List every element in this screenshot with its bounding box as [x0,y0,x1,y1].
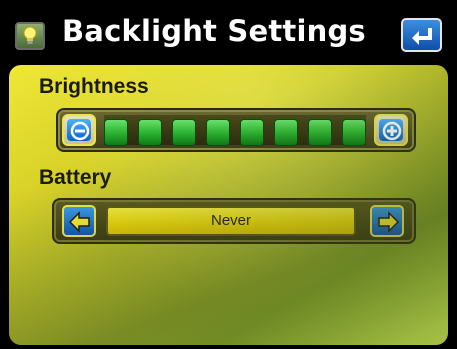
settings-panel: Brightness Battery Never [9,65,448,345]
brightness-segment[interactable] [172,119,196,146]
brightness-segment[interactable] [308,119,332,146]
battery-selector: Never [52,198,416,244]
battery-next-button[interactable] [370,205,404,237]
brightness-segment[interactable] [240,119,264,146]
return-arrow-icon [412,28,432,45]
minus-icon [70,121,90,141]
brightness-segment[interactable] [138,119,162,146]
increase-brightness-button[interactable] [374,114,408,146]
brightness-segment[interactable] [274,119,298,146]
left-arrow-icon [68,211,90,233]
header: Backlight Settings [0,0,457,60]
page-title: Backlight Settings [62,14,366,48]
battery-timeout-value[interactable]: Never [106,206,356,236]
right-arrow-icon [378,211,400,233]
lightbulb-icon [15,22,45,50]
brightness-segment[interactable] [342,119,366,146]
brightness-segment[interactable] [206,119,230,146]
screen: Backlight Settings Brightness Battery Ne… [0,0,457,349]
back-button[interactable] [401,18,442,52]
battery-prev-button[interactable] [62,205,96,237]
brightness-label: Brightness [39,75,149,98]
brightness-control [56,108,416,152]
decrease-brightness-button[interactable] [62,114,96,146]
brightness-level-track[interactable] [104,115,366,146]
plus-icon [382,121,402,141]
brightness-segment[interactable] [104,119,128,146]
battery-label: Battery [39,166,112,189]
